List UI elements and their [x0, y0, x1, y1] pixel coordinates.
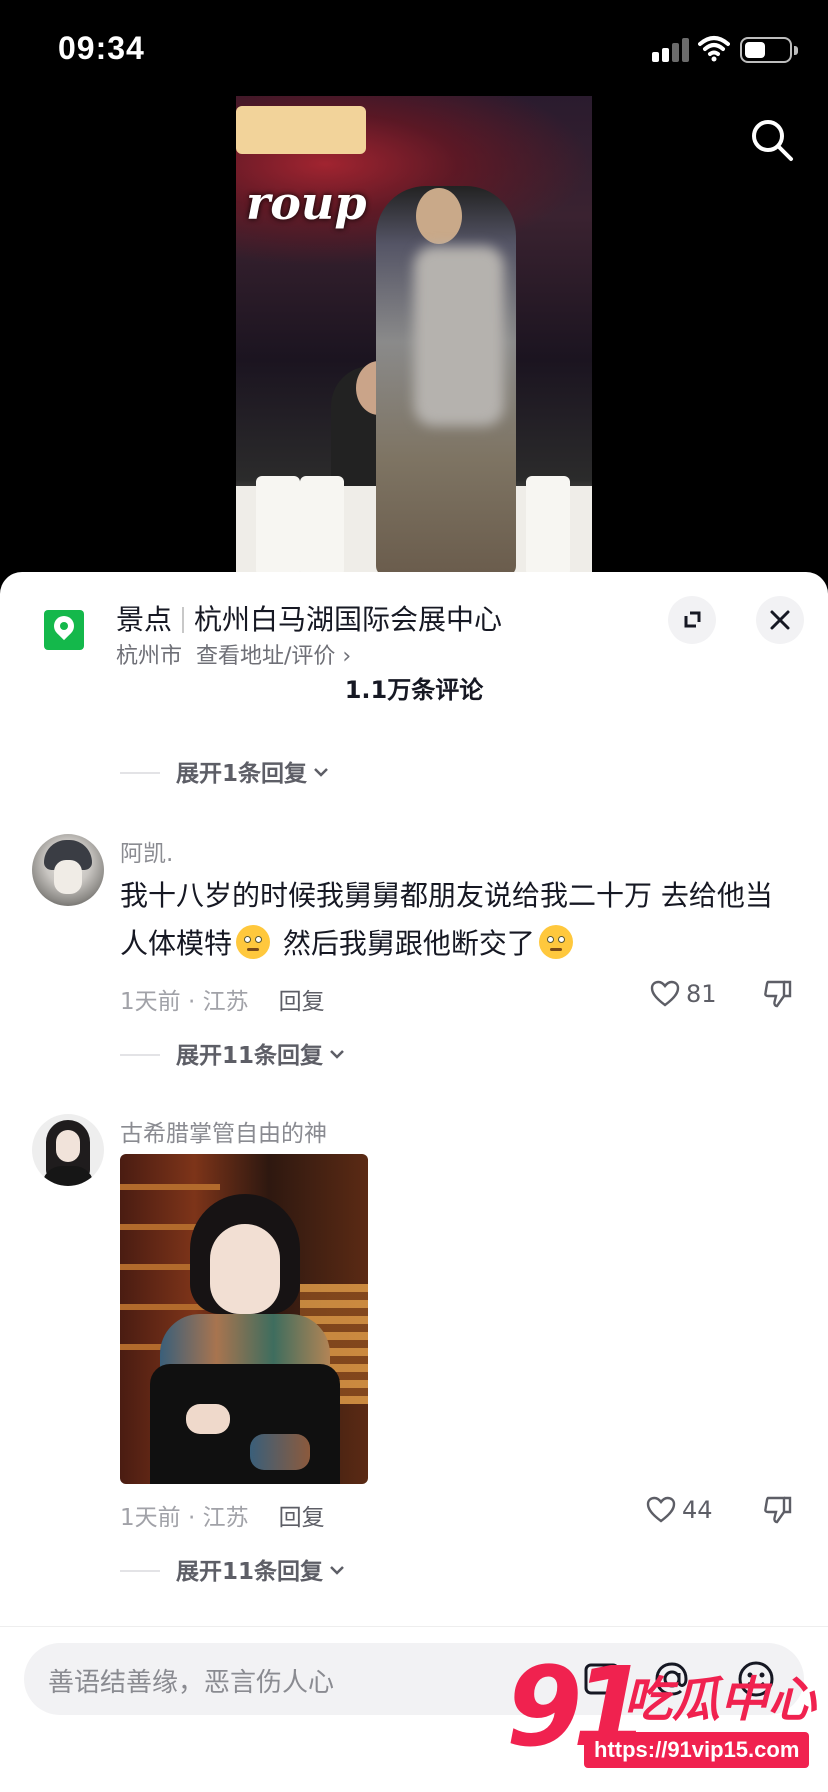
expand-icon [684, 611, 701, 628]
video-frame: roup [236, 96, 592, 576]
comment-count: 1.1万条评论 [344, 676, 484, 704]
watermark-logo: 91 吃瓜中心 https://91vip15.com [506, 1652, 822, 1772]
status-time: 09:34 [58, 30, 145, 66]
comment-meta: 1天前 · 江苏 回复 [120, 1505, 325, 1531]
comment-image[interactable] [120, 1154, 368, 1484]
chevron-down-icon [330, 1050, 344, 1059]
location-link[interactable]: 查看地址/评价 › [196, 644, 351, 669]
comment-input-placeholder: 善语结善缘，恶言伤人心 [48, 1668, 335, 1698]
watermark-url: https://91vip15.com [584, 1732, 810, 1768]
dislike-icon[interactable] [762, 978, 794, 1010]
location-category: 景点 [116, 603, 173, 636]
status-bar: 09:34 [0, 0, 828, 96]
thinking-emoji-icon [538, 925, 573, 959]
expand-replies-button[interactable]: 展开11条回复 [120, 1036, 345, 1070]
expand-replies-button[interactable]: 展开1条回复 [120, 754, 329, 788]
like-button[interactable]: 81 [650, 980, 717, 1008]
location-pin-icon [44, 610, 84, 650]
wifi-icon [698, 36, 730, 62]
search-icon[interactable] [748, 116, 796, 164]
reply-button[interactable]: 回复 [279, 1505, 325, 1531]
comment-sheet: 景点 杭州白马湖国际会展中心 杭州市 查看地址/评价 › 1.1万条评论 展开1条回… [0, 572, 828, 1792]
watermark-brand: 吃瓜中心 [624, 1672, 817, 1728]
location-name: 杭州白马湖国际会展中心 [194, 603, 503, 636]
comment-username[interactable]: 阿凯. [120, 834, 173, 868]
expand-replies-button[interactable]: 展开11条回复 [120, 1552, 345, 1586]
heart-icon [646, 1496, 676, 1523]
like-button[interactable]: 44 [646, 1496, 713, 1524]
comment-username[interactable]: 古希腊掌管自由的神 [120, 1114, 327, 1148]
chevron-down-icon [330, 1566, 344, 1575]
dislike-icon[interactable] [762, 1494, 794, 1526]
comment-meta: 1天前 · 江苏 回复 [120, 989, 325, 1015]
comment-text: 我十八岁的时候我舅舅都朋友说给我二十万 去给他当人体模特 然后我舅跟他断交了 [120, 879, 773, 960]
avatar[interactable] [32, 1114, 104, 1186]
close-button[interactable] [756, 596, 804, 644]
heart-icon [650, 980, 680, 1007]
reply-button[interactable]: 回复 [279, 989, 325, 1015]
video-player[interactable]: roup [0, 96, 828, 576]
avatar[interactable] [32, 834, 104, 906]
expand-fullscreen-button[interactable] [668, 596, 716, 644]
location-city: 杭州市 [116, 644, 183, 669]
like-count: 81 [686, 980, 717, 1008]
eye-roll-emoji-icon [236, 925, 271, 959]
cellular-signal-icon [652, 38, 692, 62]
close-icon [770, 610, 790, 630]
location-title[interactable]: 景点 杭州白马湖国际会展中心 [116, 598, 502, 638]
chevron-down-icon [314, 768, 328, 777]
location-subtitle[interactable]: 杭州市 查看地址/评价 › [116, 638, 351, 670]
battery-icon [740, 37, 798, 63]
like-count: 44 [682, 1496, 713, 1524]
